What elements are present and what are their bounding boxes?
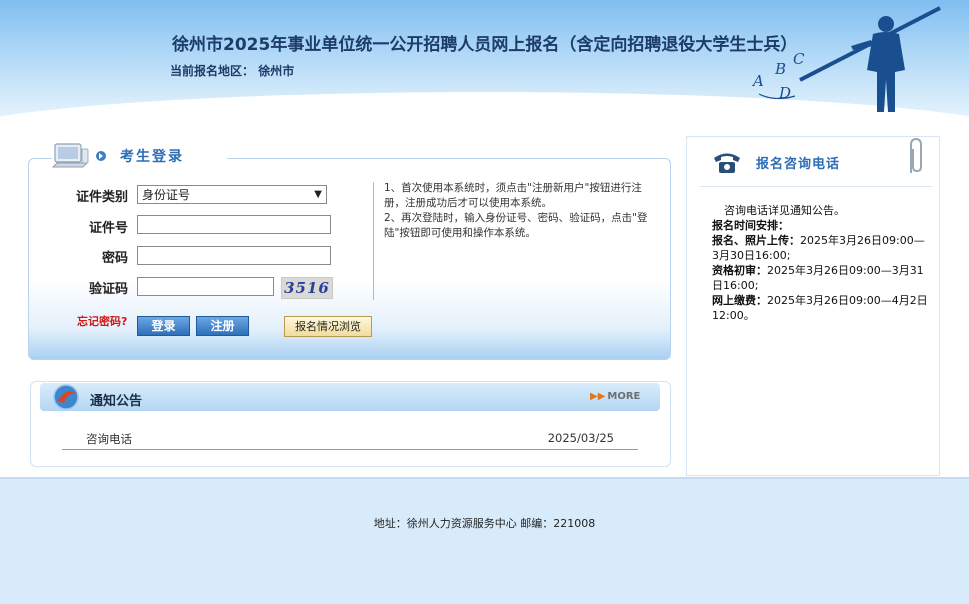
login-divider bbox=[373, 182, 374, 300]
region-label: 当前报名地区： bbox=[170, 64, 255, 78]
captcha-input[interactable] bbox=[137, 277, 274, 296]
notice-title: 通知公告 bbox=[90, 394, 143, 409]
current-region: 当前报名地区： 徐州市 bbox=[170, 62, 294, 79]
computer-icon bbox=[52, 143, 89, 168]
region-value: 徐州市 bbox=[258, 64, 295, 78]
schedule-item: 网上缴费：2025年3月26日09:00—4月2日12:00。 bbox=[712, 293, 930, 323]
schedule-heading: 报名时间安排： bbox=[712, 219, 789, 232]
page-footer bbox=[0, 477, 969, 604]
deco-letter-d: D bbox=[778, 84, 791, 102]
notice-list-item[interactable]: 咨询电话 2025/03/25 bbox=[62, 428, 638, 450]
password-input[interactable] bbox=[137, 246, 331, 265]
page-title: 徐州市2025年事业单位统一公开招聘人员网上报名（含定向招聘退役大学生士兵） bbox=[172, 35, 798, 55]
figure-with-pole-illustration: A B C D bbox=[751, 6, 941, 112]
id-number-label: 证件号 bbox=[88, 221, 128, 236]
instruction-2: 2、再次登陆时，输入身份证号、密码、验证码，点击"登陆"按钮即可使用和操作本系统… bbox=[384, 212, 648, 239]
login-title: 考生登录 bbox=[120, 149, 184, 165]
login-instructions: 1、首次使用本系统时，须点击"注册新用户"按钮进行注册，注册成功后才可以使用本系… bbox=[384, 181, 656, 241]
password-label: 密码 bbox=[101, 251, 128, 266]
id-type-select[interactable]: 身份证号 ▼ bbox=[137, 185, 327, 204]
schedule-item: 资格初审：2025年3月26日09:00—3月31日16:00; bbox=[712, 263, 930, 293]
register-button[interactable]: 注册 bbox=[196, 316, 249, 336]
id-number-input[interactable] bbox=[137, 215, 331, 234]
telephone-icon bbox=[714, 153, 740, 173]
captcha-label: 验证码 bbox=[88, 282, 128, 297]
contact-header: 报名咨询电话 bbox=[694, 140, 904, 184]
browse-registration-button[interactable]: 报名情况浏览 bbox=[284, 316, 372, 337]
captcha-image[interactable]: 3516 bbox=[281, 277, 333, 299]
arrow-bullet-icon bbox=[96, 151, 106, 161]
deco-letter-b: B bbox=[774, 60, 786, 78]
schedule-item-label: 网上缴费： bbox=[712, 294, 767, 307]
footer-address: 地址：徐州人力资源服务中心 邮编：221008 bbox=[373, 517, 596, 530]
id-type-label: 证件类别 bbox=[75, 190, 128, 205]
paperclip-icon bbox=[910, 137, 922, 173]
login-button[interactable]: 登录 bbox=[137, 316, 190, 336]
double-arrow-icon: ▶▶ bbox=[590, 391, 606, 402]
contact-intro: 咨询电话详见通知公告。 bbox=[724, 204, 845, 217]
page-header: 徐州市2025年事业单位统一公开招聘人员网上报名（含定向招聘退役大学生士兵） 当… bbox=[0, 0, 969, 128]
contact-divider bbox=[700, 186, 932, 187]
notice-item-date: 2025/03/25 bbox=[547, 431, 614, 445]
more-link[interactable]: ▶▶ MORE bbox=[590, 391, 640, 402]
deco-letter-a: A bbox=[751, 72, 764, 90]
contact-title: 报名咨询电话 bbox=[756, 156, 841, 172]
login-header: 考生登录 bbox=[52, 139, 227, 173]
schedule-item-label: 报名、照片上传： bbox=[712, 234, 800, 247]
chevron-down-icon: ▼ bbox=[314, 189, 322, 200]
notice-item-title[interactable]: 咨询电话 bbox=[86, 431, 132, 447]
forgot-password-link[interactable]: 忘记密码? bbox=[77, 313, 127, 329]
megaphone-icon bbox=[53, 384, 79, 410]
contact-info: 咨询电话详见通知公告。 报名时间安排： 报名、照片上传：2025年3月26日09… bbox=[712, 203, 930, 323]
more-label: MORE bbox=[607, 391, 641, 402]
id-type-selected-value: 身份证号 bbox=[142, 188, 191, 202]
instruction-1: 1、首次使用本系统时，须点击"注册新用户"按钮进行注册，注册成功后才可以使用本系… bbox=[384, 182, 642, 209]
schedule-item: 报名、照片上传：2025年3月26日09:00—3月30日16:00; bbox=[712, 233, 930, 263]
schedule-item-label: 资格初审： bbox=[712, 264, 767, 277]
deco-letter-c: C bbox=[793, 50, 805, 68]
